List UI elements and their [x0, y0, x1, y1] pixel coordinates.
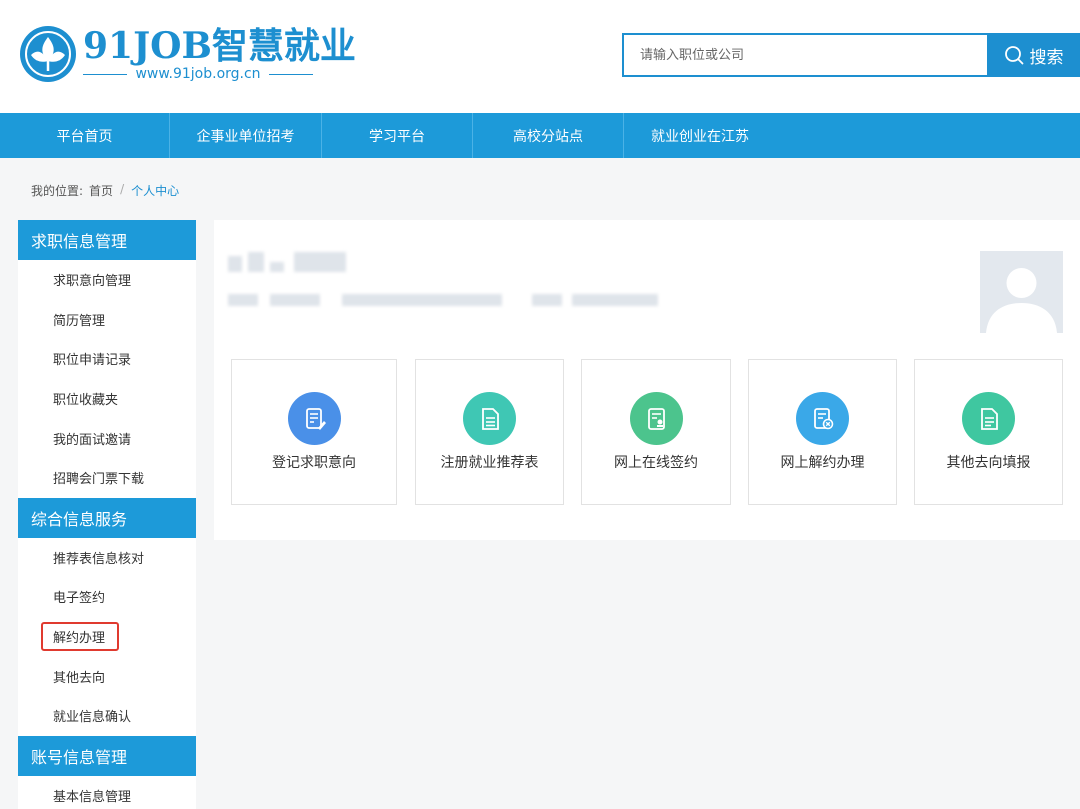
sign-document-icon: [630, 392, 683, 445]
sidebar-item-recommendation-check[interactable]: 推荐表信息核对: [18, 538, 196, 578]
card-register-intention[interactable]: 登记求职意向: [231, 359, 397, 505]
card-online-termination[interactable]: 网上解约办理: [748, 359, 897, 505]
logo-emblem-icon: [20, 26, 76, 82]
document-icon: [463, 392, 516, 445]
card-online-signing[interactable]: 网上在线签约: [581, 359, 731, 505]
default-avatar-icon: [980, 251, 1063, 333]
card-label: 网上在线签约: [614, 455, 698, 471]
avatar[interactable]: [980, 251, 1063, 333]
sidebar-item-resume[interactable]: 简历管理: [18, 300, 196, 340]
edit-document-icon: [288, 392, 341, 445]
profile-panel: 登记求职意向 注册就业推荐表 网上在线签约 网上解约办理 其他去向填报: [214, 220, 1080, 540]
user-info-redacted: [228, 294, 658, 306]
nav-item-university-sites[interactable]: 高校分站点: [473, 113, 624, 158]
search-icon: [1004, 46, 1023, 65]
breadcrumb: 我的位置: 首页 / 个人中心: [31, 182, 179, 199]
sidebar-item-employment-confirm[interactable]: 就业信息确认: [18, 696, 196, 736]
quick-actions: 登记求职意向 注册就业推荐表 网上在线签约 网上解约办理 其他去向填报: [231, 359, 1063, 505]
cancel-document-icon: [796, 392, 849, 445]
sidebar-item-interviews[interactable]: 我的面试邀请: [18, 418, 196, 458]
card-other-destination[interactable]: 其他去向填报: [914, 359, 1063, 505]
sidebar-item-favorites[interactable]: 职位收藏夹: [18, 379, 196, 419]
sidebar-item-e-sign[interactable]: 电子签约: [18, 577, 196, 617]
card-label: 登记求职意向: [272, 455, 356, 471]
search-bar: 搜索: [622, 33, 1080, 77]
sidebar-item-contract-termination[interactable]: 解约办理: [18, 617, 196, 657]
search-button[interactable]: 搜索: [987, 33, 1080, 77]
sidebar-item-other-destination[interactable]: 其他去向: [18, 656, 196, 696]
nav-item-jiangsu[interactable]: 就业创业在江苏: [624, 113, 776, 158]
site-logo[interactable]: 91JOB智慧就业 www.91job.org.cn: [19, 25, 356, 83]
sidebar-item-fair-tickets[interactable]: 招聘会门票下载: [18, 458, 196, 498]
sidebar-item-basic-info[interactable]: 基本信息管理: [18, 776, 196, 809]
sidebar-section-job-info: 求职信息管理: [18, 220, 196, 260]
breadcrumb-bar: 我的位置: 首页 / 个人中心: [0, 158, 1080, 220]
breadcrumb-prefix: 我的位置:: [31, 184, 84, 198]
sidebar: 求职信息管理 求职意向管理 简历管理 职位申请记录 职位收藏夹 我的面试邀请 招…: [18, 220, 196, 809]
user-name-redacted: [228, 252, 346, 272]
sidebar-section-services: 综合信息服务: [18, 497, 196, 538]
nav-item-learning[interactable]: 学习平台: [322, 113, 473, 158]
breadcrumb-current[interactable]: 个人中心: [131, 182, 179, 199]
nav-item-recruitment[interactable]: 企事业单位招考: [170, 113, 322, 158]
card-label: 网上解约办理: [780, 455, 865, 471]
search-input[interactable]: [622, 33, 987, 77]
sidebar-section-account: 账号信息管理: [18, 735, 196, 776]
card-recommendation-form[interactable]: 注册就业推荐表: [415, 359, 564, 505]
main-nav: 平台首页 企事业单位招考 学习平台 高校分站点 就业创业在江苏: [0, 113, 1080, 158]
document-icon: [962, 392, 1015, 445]
card-label: 注册就业推荐表: [440, 455, 539, 471]
breadcrumb-separator: /: [120, 182, 125, 196]
sidebar-item-applications[interactable]: 职位申请记录: [18, 339, 196, 379]
nav-item-home[interactable]: 平台首页: [0, 113, 170, 158]
breadcrumb-home[interactable]: 首页: [89, 182, 113, 199]
logo-url: www.91job.org.cn: [83, 65, 314, 83]
card-label: 其他去向填报: [946, 455, 1031, 471]
logo-title: 91JOB智慧就业: [83, 25, 356, 67]
sidebar-item-job-intention[interactable]: 求职意向管理: [18, 260, 196, 300]
header: 91JOB智慧就业 www.91job.org.cn 搜索: [0, 0, 1080, 113]
